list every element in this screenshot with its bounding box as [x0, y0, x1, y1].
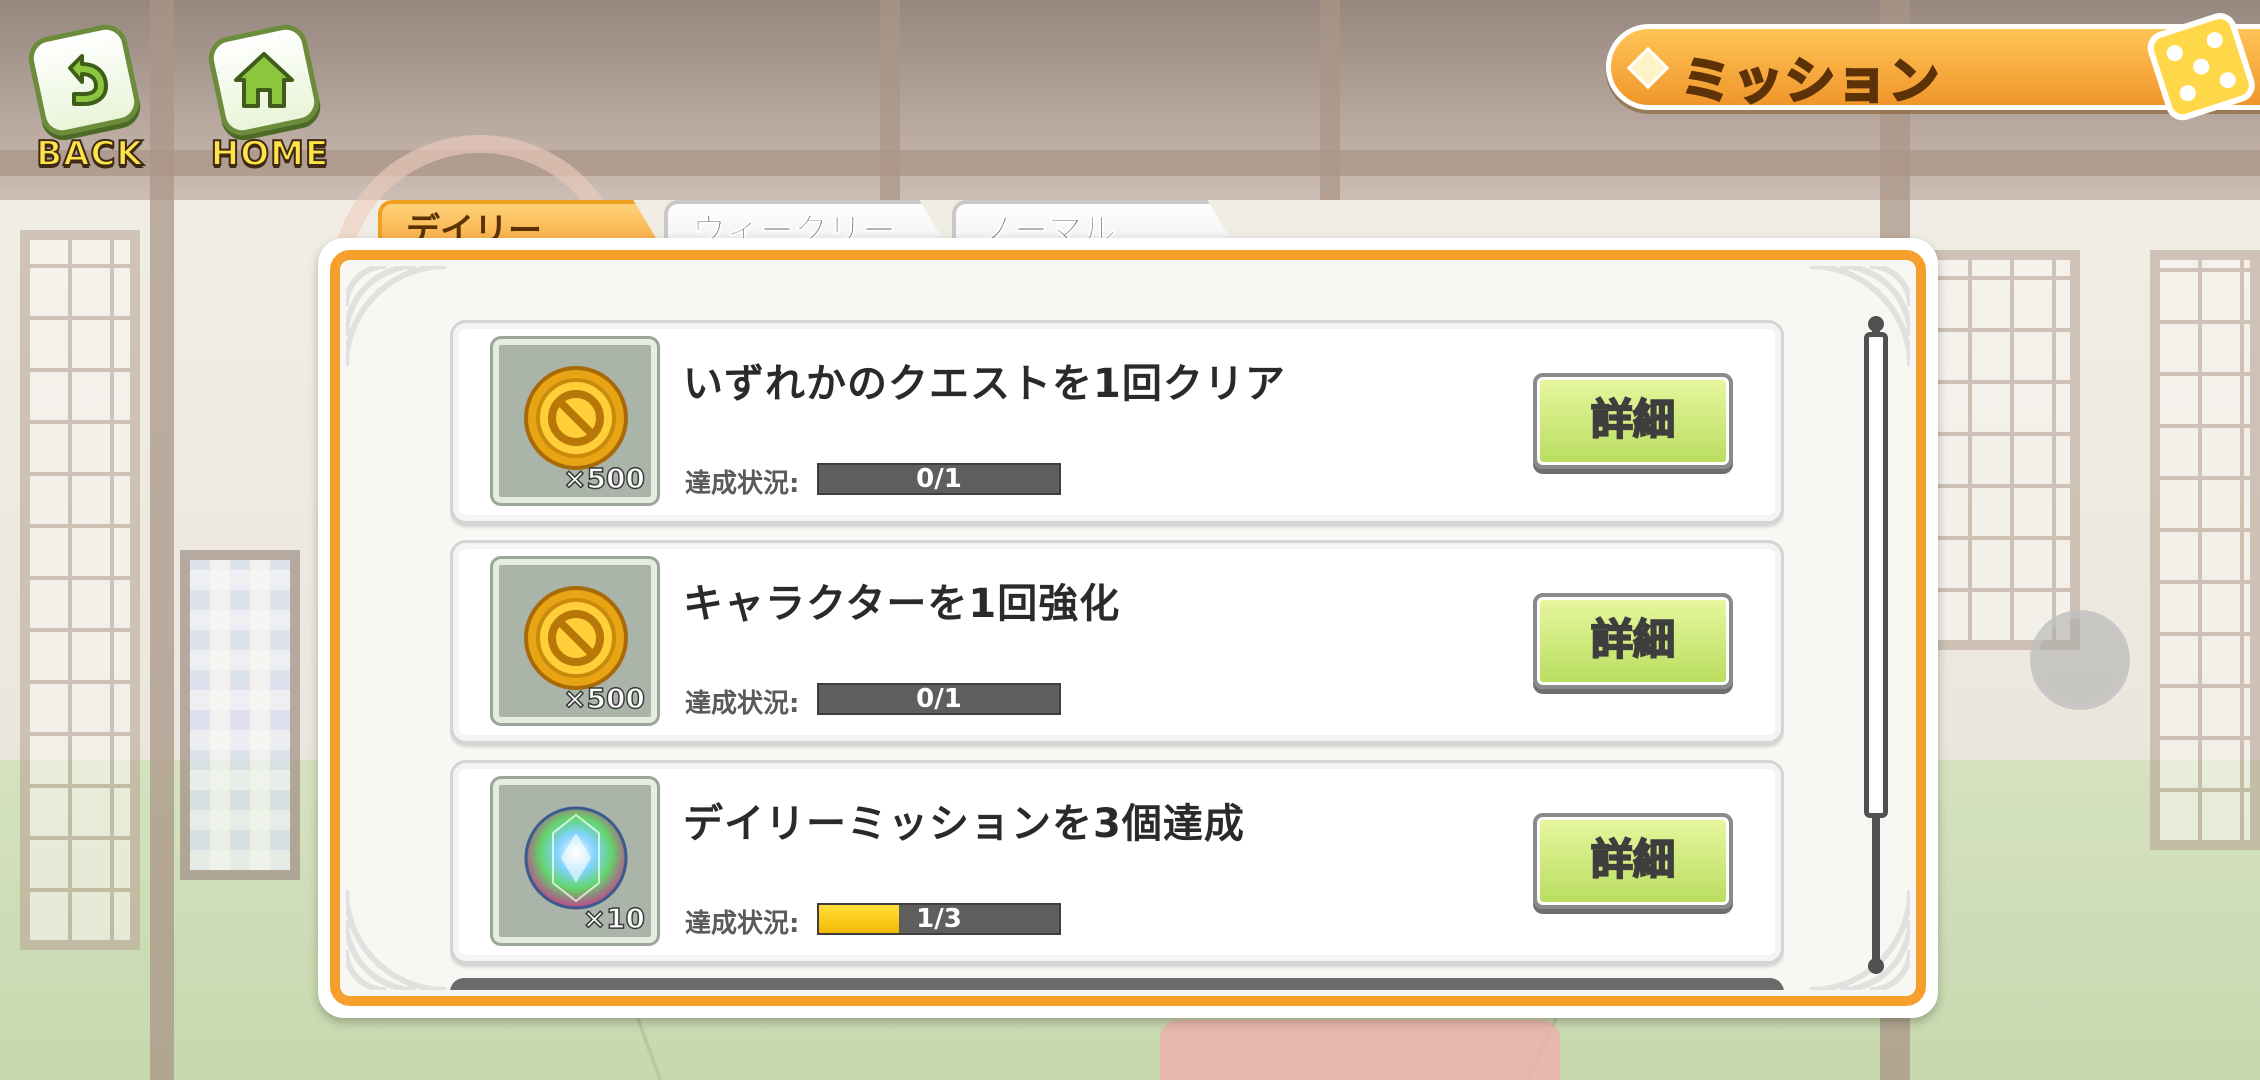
ornament-icon	[1809, 266, 1910, 367]
back-label: BACK	[35, 133, 144, 175]
back-arrow-icon	[24, 20, 144, 140]
gold-coin-icon	[524, 366, 628, 470]
page-title: ミッション	[1680, 51, 1941, 112]
scrollbar-thumb[interactable]	[1864, 332, 1888, 818]
scrollbar-cap	[1868, 316, 1884, 332]
ornament-icon	[346, 266, 447, 367]
mission-card: ×500 いずれかのクエストを1回クリア 達成状況: 0/1 詳細	[450, 320, 1784, 524]
house-icon	[204, 20, 324, 140]
home-button[interactable]: HOME	[200, 16, 340, 176]
detail-button[interactable]: 詳細	[1533, 813, 1733, 909]
ornament-icon	[1809, 889, 1910, 990]
detail-button[interactable]: 詳細	[1533, 593, 1733, 689]
detail-button[interactable]: 詳細	[1533, 373, 1733, 469]
progress-value: 0/1	[916, 464, 962, 494]
progress-label: 達成状況:	[685, 469, 800, 499]
mission-title: いずれかのクエストを1回クリア	[683, 361, 1286, 407]
reward-quantity: ×500	[562, 461, 645, 496]
back-button[interactable]: BACK	[20, 16, 160, 176]
progress-value: 1/3	[916, 904, 962, 934]
progress-value: 0/1	[916, 684, 962, 714]
mission-card: ×500 キャラクターを1回強化 達成状況: 0/1 詳細	[450, 540, 1784, 744]
reward-quantity: ×500	[562, 681, 645, 716]
progress-label: 達成状況:	[685, 689, 800, 719]
mission-list[interactable]: ×500 いずれかのクエストを1回クリア 達成状況: 0/1 詳細 ×500 キ…	[450, 320, 1784, 990]
dice-icon	[2147, 13, 2255, 121]
mission-title: キャラクターを1回強化	[683, 581, 1121, 627]
scrollbar-cap	[1868, 958, 1884, 974]
gold-coin-icon	[524, 586, 628, 690]
mission-card: ×10 デイリーミッションを3個達成 達成状況: 1/3 詳細	[450, 760, 1784, 964]
progress-label: 達成状況:	[685, 909, 800, 939]
progress-bar: 0/1	[817, 463, 1061, 495]
rainbow-gem-icon	[524, 806, 628, 910]
next-mission-card-edge	[450, 978, 1784, 990]
mission-panel-frame: ×500 いずれかのクエストを1回クリア 達成状況: 0/1 詳細 ×500 キ…	[330, 250, 1926, 1006]
diamond-icon	[1626, 46, 1670, 90]
reward-slot: ×500	[493, 339, 657, 503]
progress-bar: 0/1	[817, 683, 1061, 715]
reward-slot: ×500	[493, 559, 657, 723]
home-label: HOME	[210, 133, 330, 175]
virtual-joystick[interactable]	[2030, 610, 2130, 710]
reward-slot: ×10	[493, 779, 657, 943]
mission-panel: ×500 いずれかのクエストを1回クリア 達成状況: 0/1 詳細 ×500 キ…	[318, 238, 1938, 1018]
ornament-icon	[346, 889, 447, 990]
progress-bar: 1/3	[817, 903, 1061, 935]
mission-title: デイリーミッションを3個達成	[683, 801, 1245, 847]
reward-quantity: ×10	[582, 901, 646, 936]
